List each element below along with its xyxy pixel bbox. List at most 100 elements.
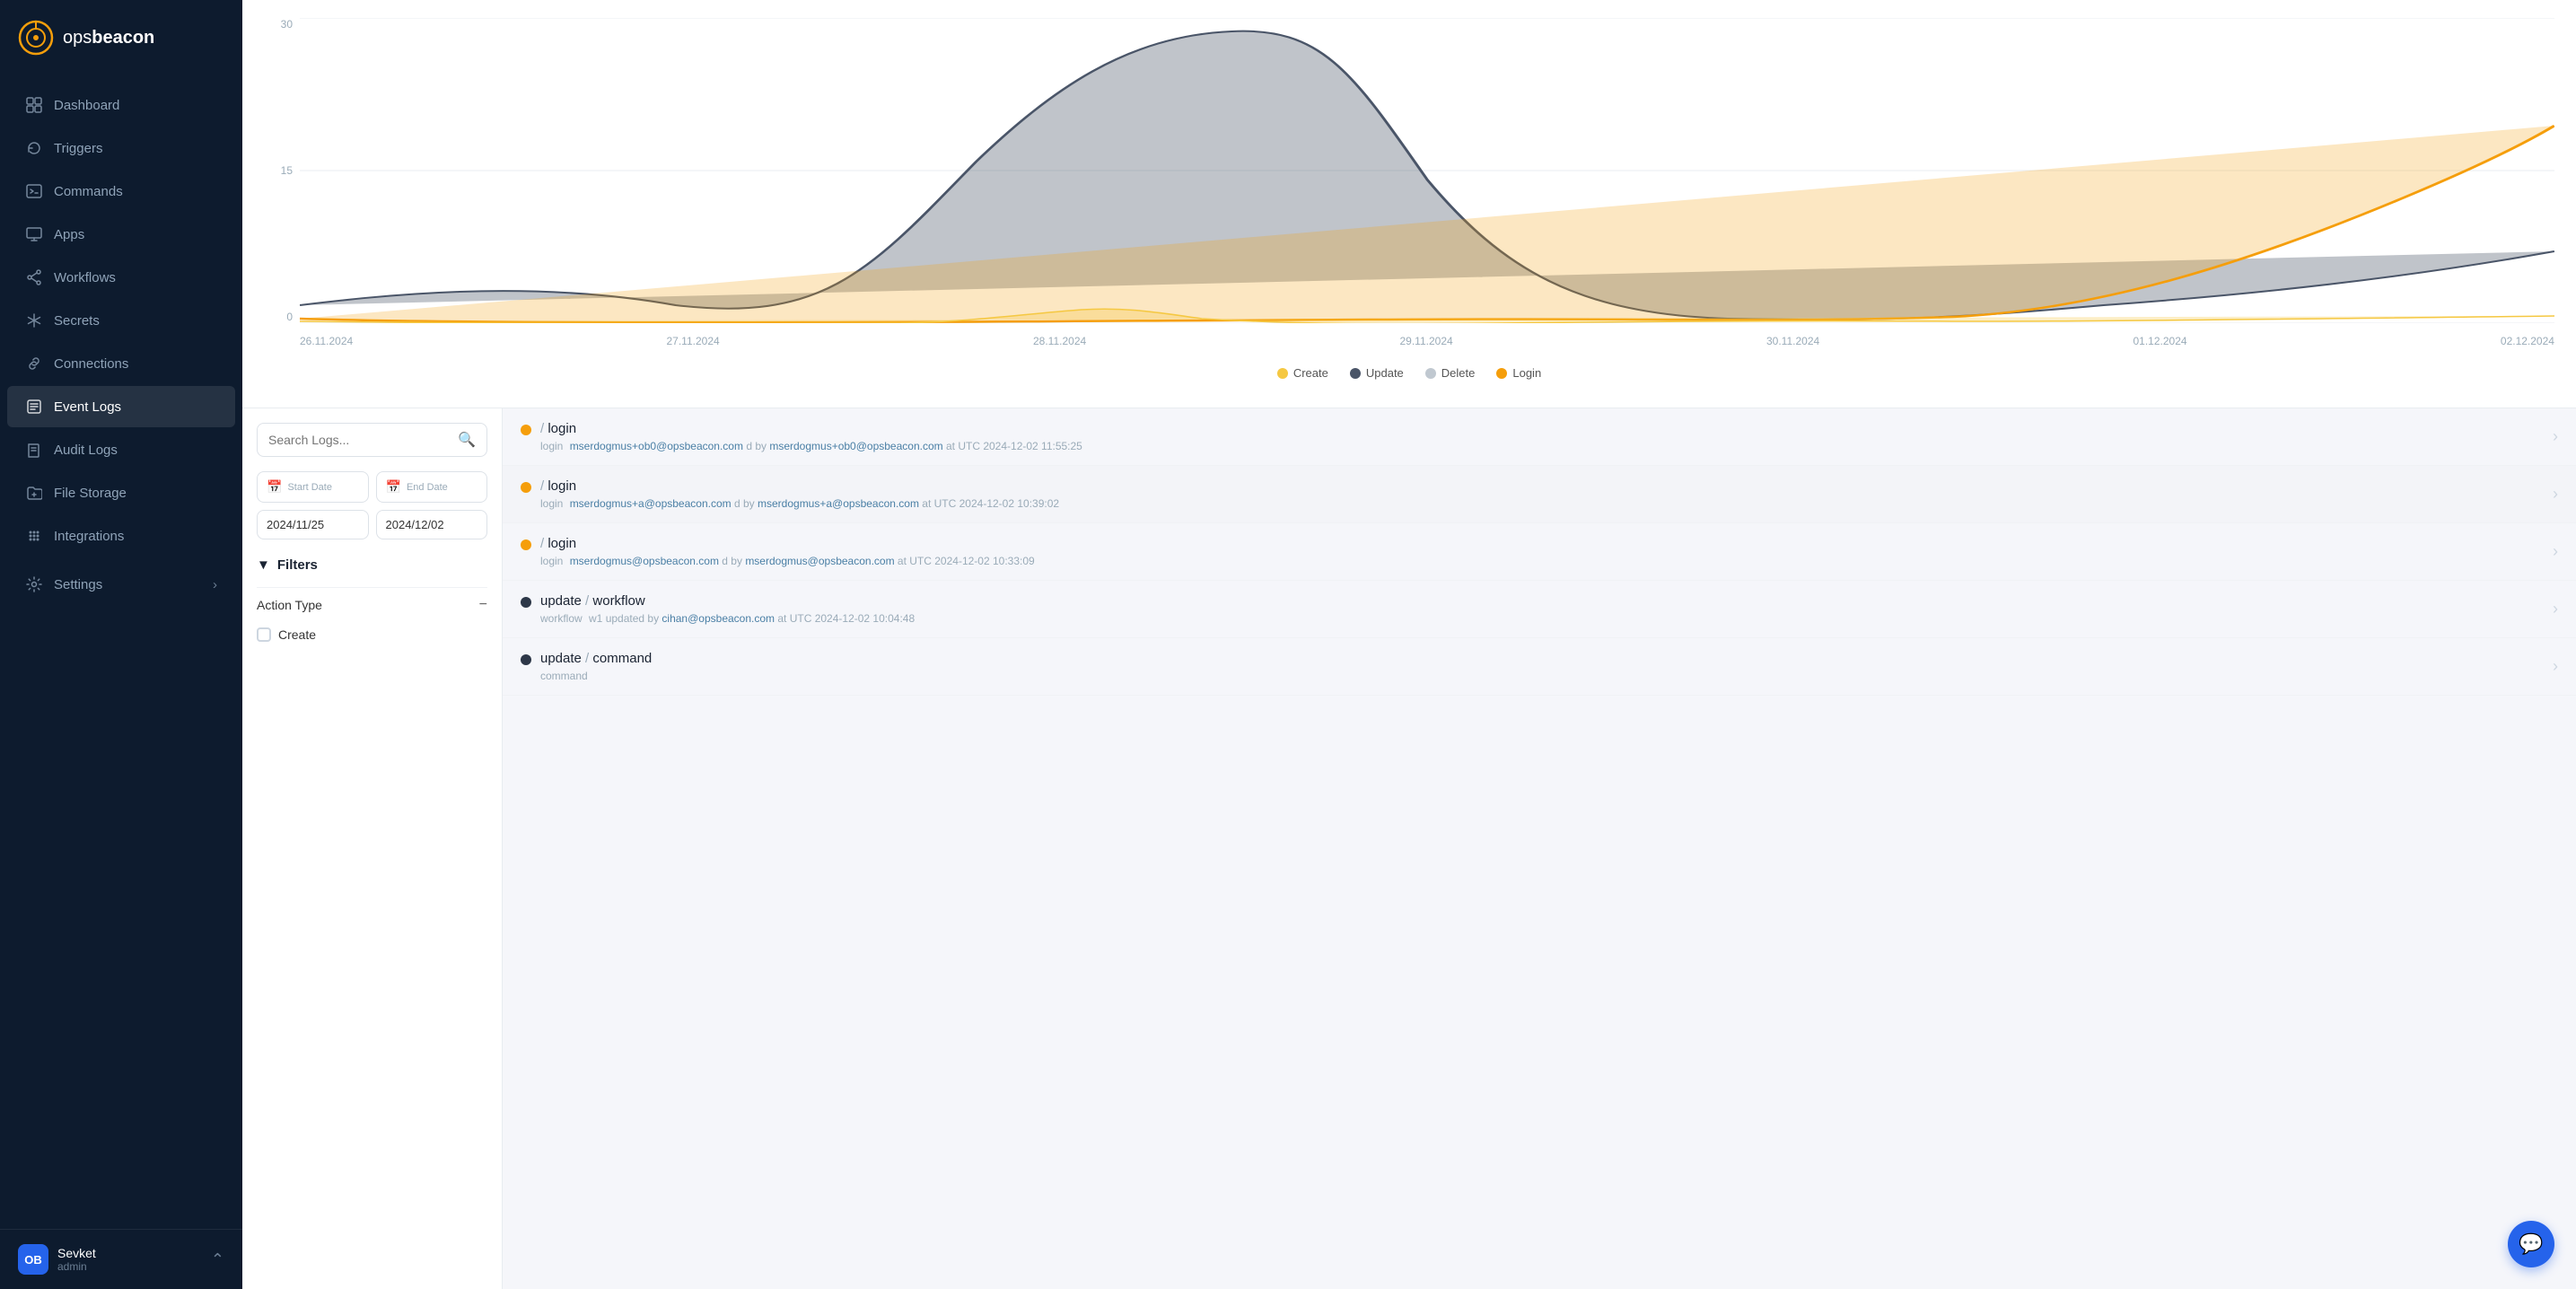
x-label-7: 02.12.2024 — [2501, 335, 2554, 347]
sidebar-item-triggers[interactable]: Triggers — [7, 127, 235, 169]
filter-funnel-icon: ▼ — [257, 557, 270, 573]
legend-label-login: Login — [1512, 366, 1541, 380]
chart-section: 30 15 0 — [242, 0, 2576, 408]
sidebar-item-audit-logs[interactable]: Audit Logs — [7, 429, 235, 470]
log-action: command — [592, 651, 652, 666]
sidebar-item-connections[interactable]: Connections — [7, 343, 235, 384]
log-content: / login login mserdogmus@opsbeacon.com d… — [540, 536, 2545, 567]
log-timestamp: at UTC 2024-12-02 11:55:25 — [946, 440, 1082, 452]
chat-icon: 💬 — [2519, 1232, 2543, 1256]
log-dot — [521, 597, 531, 608]
sidebar-item-label: Audit Logs — [54, 443, 118, 458]
chat-button[interactable]: 💬 — [2508, 1221, 2554, 1267]
settings-icon — [25, 575, 43, 593]
chart-legend: Create Update Delete Login — [264, 366, 2554, 380]
calendar-icon: 📅 — [386, 479, 401, 495]
sidebar-item-label: Workflows — [54, 270, 116, 285]
start-date-field[interactable]: 📅 Start Date — [257, 471, 369, 503]
sidebar-item-label: Event Logs — [54, 399, 121, 415]
sidebar-item-integrations[interactable]: Integrations — [7, 515, 235, 557]
sidebar-footer: OB Sevket admin ⌃ — [0, 1229, 242, 1289]
log-action: login — [548, 478, 576, 494]
end-date-value[interactable]: 2024/12/02 — [376, 510, 488, 539]
log-preposition: d by — [734, 497, 758, 510]
sidebar-item-settings[interactable]: Settings › — [7, 564, 235, 605]
checkbox-input-create[interactable] — [257, 627, 271, 642]
sidebar-item-secrets[interactable]: Secrets — [7, 300, 235, 341]
chevron-right-icon: › — [2553, 657, 2558, 676]
log-meta: login mserdogmus+a@opsbeacon.com d by ms… — [540, 497, 2545, 510]
log-meta-action: command — [540, 670, 588, 682]
chevron-right-icon: › — [2553, 427, 2558, 446]
legend-create: Create — [1277, 366, 1328, 380]
search-box[interactable]: 🔍 — [257, 423, 487, 457]
chart-svg — [300, 18, 2554, 323]
sidebar-item-event-logs[interactable]: Event Logs — [7, 386, 235, 427]
legend-dot-create — [1277, 368, 1288, 379]
log-title: / login — [540, 421, 2545, 436]
chevron-right-icon: › — [2553, 542, 2558, 561]
sidebar: opsbeacon Dashboard Triggers Commands — [0, 0, 242, 1289]
sidebar-item-apps[interactable]: Apps — [7, 214, 235, 255]
sidebar-item-commands[interactable]: Commands — [7, 171, 235, 212]
legend-dot-update — [1350, 368, 1361, 379]
legend-label-delete: Delete — [1441, 366, 1476, 380]
log-meta: workflow w1 updated by cihan@opsbeacon.c… — [540, 612, 2545, 625]
log-content: / login login mserdogmus+ob0@opsbeacon.c… — [540, 421, 2545, 452]
log-title: / login — [540, 478, 2545, 494]
sidebar-item-label: File Storage — [54, 486, 127, 501]
log-user: cihan@opsbeacon.com — [662, 612, 775, 625]
grid-dots-icon — [25, 527, 43, 545]
chart-y-labels: 30 15 0 — [264, 18, 300, 359]
log-user-to: mserdogmus@opsbeacon.com — [745, 555, 894, 567]
log-content: update / workflow workflow w1 updated by… — [540, 593, 2545, 625]
user-role: admin — [57, 1260, 96, 1273]
legend-label-create: Create — [1293, 366, 1328, 380]
log-updated-by: updated by — [606, 612, 662, 625]
legend-label-update: Update — [1366, 366, 1404, 380]
log-meta: login mserdogmus@opsbeacon.com d by mser… — [540, 555, 2545, 567]
chart-wrapper: 30 15 0 — [264, 18, 2554, 359]
link-icon — [25, 355, 43, 373]
chevron-right-icon: › — [2553, 600, 2558, 618]
refresh-icon — [25, 139, 43, 157]
sidebar-item-dashboard[interactable]: Dashboard — [7, 84, 235, 126]
sidebar-item-label: Settings — [54, 577, 102, 592]
log-item-4[interactable]: update / workflow workflow w1 updated by… — [503, 581, 2576, 638]
log-item-5[interactable]: update / command command › — [503, 638, 2576, 696]
legend-login: Login — [1496, 366, 1541, 380]
log-item-2[interactable]: / login login mserdogmus+a@opsbeacon.com… — [503, 466, 2576, 523]
sidebar-item-workflows[interactable]: Workflows — [7, 257, 235, 298]
log-content: / login login mserdogmus+a@opsbeacon.com… — [540, 478, 2545, 510]
user-name: Sevket — [57, 1246, 96, 1260]
log-update-prefix: update — [540, 593, 585, 609]
end-date: 2024/12/02 — [386, 518, 444, 531]
log-item-1[interactable]: / login login mserdogmus+ob0@opsbeacon.c… — [503, 408, 2576, 466]
log-action: login — [548, 421, 576, 436]
end-date-field[interactable]: 📅 End Date — [376, 471, 488, 503]
list-icon — [25, 398, 43, 416]
y-label-0: 0 — [264, 311, 300, 323]
logo: opsbeacon — [0, 0, 242, 75]
log-timestamp: at UTC 2024-12-02 10:39:02 — [922, 497, 1059, 510]
log-item-3[interactable]: / login login mserdogmus@opsbeacon.com d… — [503, 523, 2576, 581]
search-input[interactable] — [268, 433, 451, 447]
bottom-section: 🔍 📅 Start Date 📅 End Date 2024/11/25 — [242, 408, 2576, 1289]
start-date: 2024/11/25 — [267, 518, 324, 531]
log-dot — [521, 482, 531, 493]
log-dot — [521, 425, 531, 435]
legend-dot-delete — [1425, 368, 1436, 379]
start-date-value[interactable]: 2024/11/25 — [257, 510, 369, 539]
calendar-icon: 📅 — [267, 479, 282, 495]
action-type-section[interactable]: Action Type − — [257, 587, 487, 622]
checkbox-label-create: Create — [278, 627, 316, 642]
end-date-label: End Date — [407, 482, 448, 493]
sidebar-item-file-storage[interactable]: File Storage — [7, 472, 235, 513]
expand-icon[interactable]: ⌃ — [211, 1250, 224, 1269]
checkbox-create[interactable]: Create — [257, 622, 487, 647]
sidebar-item-label: Integrations — [54, 529, 124, 544]
y-label-30: 30 — [264, 18, 300, 31]
log-preposition: d by — [746, 440, 769, 452]
filters-header: ▼ Filters — [257, 557, 487, 573]
logo-icon — [18, 20, 54, 56]
